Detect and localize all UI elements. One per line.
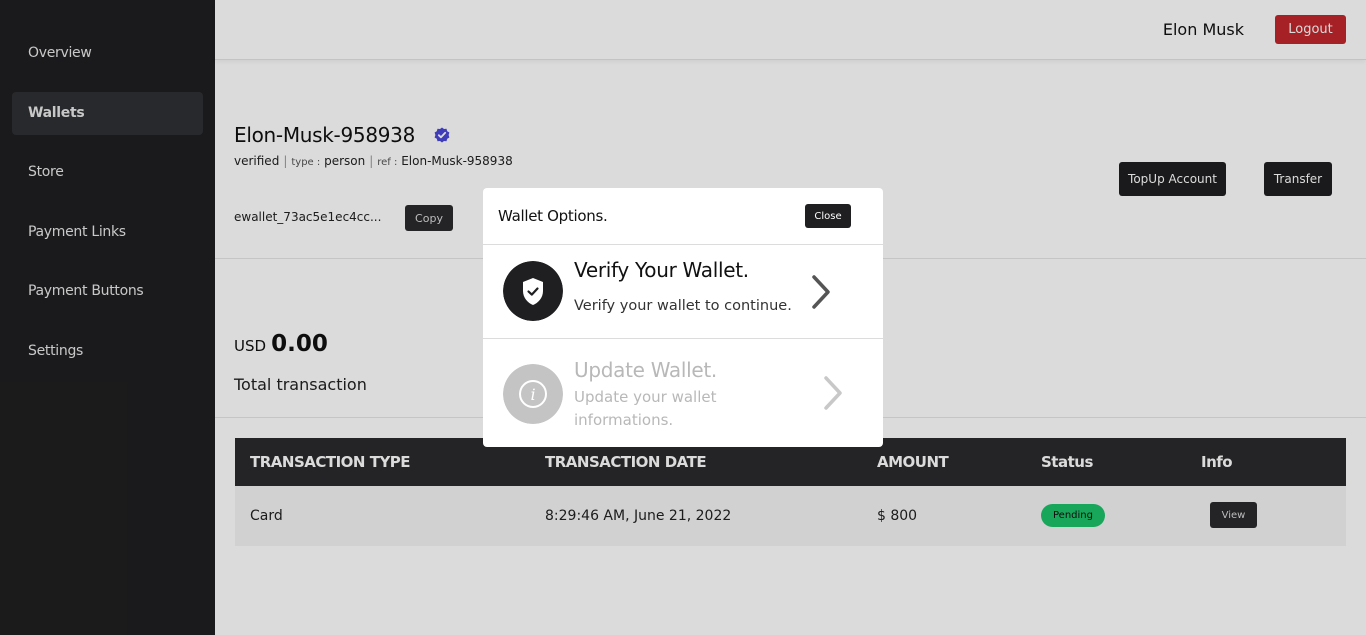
verify-wallet-option[interactable]: Verify Your Wallet. Verify your wallet t… (483, 245, 883, 338)
chevron-right-icon (812, 275, 830, 309)
update-wallet-option: i Update Wallet. Update your wallet info… (483, 339, 883, 447)
update-wallet-subtitle: Update your wallet informations. (574, 388, 717, 429)
verify-wallet-subtitle: Verify your wallet to continue. (574, 298, 792, 314)
verify-wallet-title: Verify Your Wallet. (574, 258, 749, 282)
shield-check-icon (503, 261, 563, 321)
chevron-right-icon (824, 376, 842, 410)
modal-title: Wallet Options. (498, 207, 608, 225)
wallet-options-modal: Wallet Options. Close Verify Your Wallet… (483, 188, 883, 447)
close-button[interactable]: Close (805, 204, 851, 228)
svg-text:i: i (530, 385, 535, 404)
info-icon: i (503, 364, 563, 424)
update-wallet-title: Update Wallet. (574, 358, 717, 382)
